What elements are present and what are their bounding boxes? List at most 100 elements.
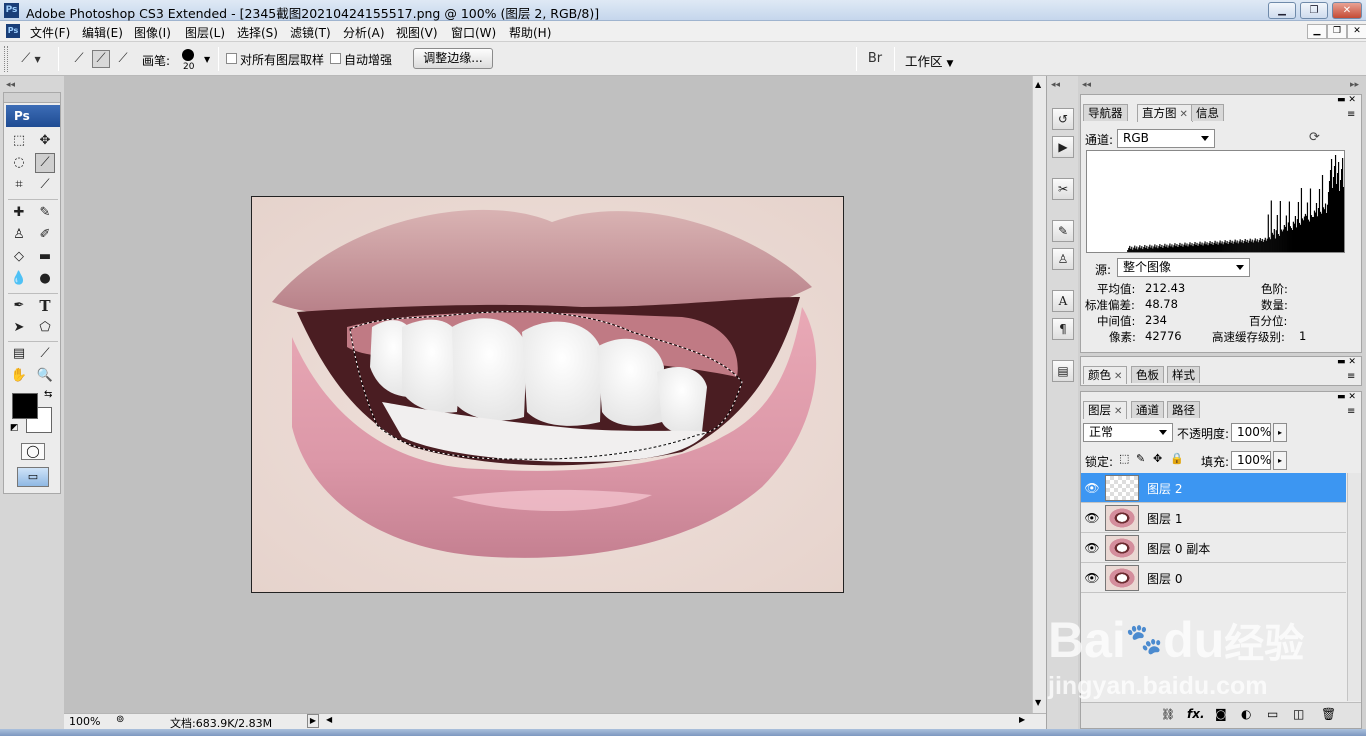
menu-select[interactable]: 选择(S) bbox=[237, 24, 278, 41]
lock-all-icon[interactable]: 🔒 bbox=[1170, 452, 1184, 465]
panel-menu-icon[interactable]: ≡ bbox=[1347, 371, 1355, 382]
status-menu-arrow-icon[interactable]: ▶ bbox=[307, 714, 319, 728]
gradient-tool-icon[interactable]: ▬ bbox=[35, 247, 55, 267]
screen-mode-icon[interactable]: ▭ bbox=[17, 467, 49, 487]
expand-arrows-icon[interactable]: ◂◂ bbox=[1051, 80, 1060, 90]
refine-edge-button[interactable]: 调整边缘... bbox=[413, 48, 493, 69]
quick-selection-tool-icon[interactable]: ⟋ bbox=[35, 153, 55, 173]
blur-tool-icon[interactable]: 💧 bbox=[9, 269, 29, 289]
slice-tool-icon[interactable]: ⟋ bbox=[35, 175, 55, 195]
tab-info[interactable]: 信息 bbox=[1191, 104, 1224, 121]
scroll-left-icon[interactable]: ◀ bbox=[326, 715, 332, 724]
fx-icon[interactable]: fx. bbox=[1187, 707, 1205, 721]
default-colors-icon[interactable]: ◩ bbox=[10, 423, 19, 433]
dock-collapse-icon[interactable]: ◂◂ bbox=[1082, 80, 1091, 90]
swap-colors-icon[interactable]: ⇆ bbox=[44, 389, 52, 400]
menu-filter[interactable]: 滤镜(T) bbox=[290, 24, 331, 41]
lock-position-icon[interactable]: ✥ bbox=[1153, 452, 1162, 465]
status-options-icon[interactable]: ⊚ bbox=[116, 714, 124, 725]
new-layer-icon[interactable]: ◫ bbox=[1293, 707, 1304, 721]
brush-dropdown-icon[interactable]: ▼ bbox=[204, 55, 210, 64]
close-icon[interactable]: ✕ bbox=[1114, 406, 1122, 417]
minimize-button[interactable]: ▁ bbox=[1268, 2, 1296, 19]
pen-tool-icon[interactable]: ✒ bbox=[9, 296, 29, 316]
tool-presets-icon[interactable]: ✂ bbox=[1052, 178, 1074, 200]
character-panel-icon[interactable]: A bbox=[1052, 290, 1074, 312]
lasso-tool-icon[interactable]: ◌ bbox=[9, 153, 29, 173]
layer-row[interactable]: 👁 图层 0 副本 bbox=[1081, 533, 1346, 563]
tab-swatches[interactable]: 色板 bbox=[1131, 366, 1164, 383]
dodge-tool-icon[interactable]: ● bbox=[35, 269, 55, 289]
panel-menu-icon[interactable]: ≡ bbox=[1347, 406, 1355, 417]
layer-row[interactable]: 👁 图层 2 bbox=[1081, 473, 1346, 503]
visibility-eye-icon[interactable]: 👁 bbox=[1084, 570, 1100, 586]
close-button[interactable]: ✕ bbox=[1332, 2, 1362, 19]
eraser-tool-icon[interactable]: ◇ bbox=[9, 247, 29, 267]
vertical-scrollbar[interactable]: ▲ ▼ bbox=[1032, 76, 1046, 713]
tab-layers[interactable]: 图层 ✕ bbox=[1083, 401, 1128, 419]
opacity-input[interactable]: 100% bbox=[1231, 423, 1271, 442]
scroll-right-icon[interactable]: ▶ bbox=[1019, 715, 1025, 724]
hand-tool-icon[interactable]: ✋ bbox=[9, 366, 29, 386]
tool-preset-picker[interactable]: ⟋ ▼ bbox=[14, 50, 48, 68]
layers-scrollbar[interactable] bbox=[1347, 473, 1361, 701]
layer-row[interactable]: 👁 图层 1 bbox=[1081, 503, 1346, 533]
auto-enhance-checkbox[interactable] bbox=[330, 53, 341, 64]
path-selection-icon[interactable]: ➤ bbox=[9, 318, 29, 338]
menu-file[interactable]: 文件(F) bbox=[30, 24, 70, 41]
tab-navigator[interactable]: 导航器 bbox=[1083, 104, 1128, 121]
panel-minimize-icon[interactable]: ▬ ✕ bbox=[1337, 357, 1356, 367]
crop-tool-icon[interactable]: ⌗ bbox=[9, 175, 29, 195]
layer-comps-icon[interactable]: ▤ bbox=[1052, 360, 1074, 382]
clone-stamp-icon[interactable]: ♙ bbox=[9, 225, 29, 245]
quick-mask-icon[interactable]: ◯ bbox=[21, 443, 45, 460]
document-image[interactable] bbox=[251, 196, 844, 593]
type-tool-icon[interactable]: T bbox=[35, 296, 55, 316]
tab-color[interactable]: 颜色 ✕ bbox=[1083, 366, 1128, 384]
eyedropper-tool-icon[interactable]: ⟋ bbox=[35, 344, 55, 364]
brush-tool-icon[interactable]: ✎ bbox=[35, 203, 55, 223]
doc-minimize-button[interactable]: ▁ bbox=[1307, 24, 1327, 39]
scroll-down-icon[interactable]: ▼ bbox=[1035, 698, 1041, 707]
blend-mode-select[interactable]: 正常 bbox=[1083, 423, 1173, 442]
paragraph-panel-icon[interactable]: ¶ bbox=[1052, 318, 1074, 340]
grip-handle[interactable] bbox=[4, 46, 8, 72]
panel-minimize-icon[interactable]: ▬ ✕ bbox=[1337, 392, 1356, 402]
delete-layer-icon[interactable]: 🗑 bbox=[1321, 707, 1336, 721]
bridge-icon[interactable]: Br bbox=[864, 50, 886, 68]
menu-help[interactable]: 帮助(H) bbox=[509, 24, 551, 41]
menu-image[interactable]: 图像(I) bbox=[134, 24, 171, 41]
move-tool-icon[interactable]: ✥ bbox=[35, 131, 55, 151]
menu-window[interactable]: 窗口(W) bbox=[451, 24, 496, 41]
fill-slider-arrow-icon[interactable]: ▸ bbox=[1273, 451, 1287, 470]
clone-source-icon[interactable]: ♙ bbox=[1052, 248, 1074, 270]
layer-row[interactable]: 👁 图层 0 bbox=[1081, 563, 1346, 593]
history-panel-icon[interactable]: ↺ bbox=[1052, 108, 1074, 130]
tab-paths[interactable]: 路径 bbox=[1167, 401, 1200, 418]
brush-preview-icon[interactable] bbox=[182, 49, 194, 61]
visibility-eye-icon[interactable]: 👁 bbox=[1084, 480, 1100, 496]
add-to-selection-icon[interactable]: ⟋ bbox=[92, 50, 110, 68]
doc-restore-button[interactable]: ❐ bbox=[1327, 24, 1347, 39]
refresh-icon[interactable]: ⟳ bbox=[1309, 130, 1320, 145]
menu-edit[interactable]: 编辑(E) bbox=[82, 24, 123, 41]
dock-expand-icon[interactable]: ▸▸ bbox=[1350, 80, 1359, 90]
close-icon[interactable]: ✕ bbox=[1114, 371, 1122, 382]
foreground-color-swatch[interactable] bbox=[12, 393, 38, 419]
source-select[interactable]: 整个图像 bbox=[1117, 258, 1250, 277]
add-mask-icon[interactable]: ◙ bbox=[1215, 707, 1227, 721]
toolbox-grip[interactable] bbox=[4, 93, 60, 103]
brushes-panel-icon[interactable]: ✎ bbox=[1052, 220, 1074, 242]
lock-paint-icon[interactable]: ✎ bbox=[1136, 452, 1145, 465]
tab-histogram[interactable]: 直方图 ✕ bbox=[1137, 104, 1193, 122]
subtract-selection-icon[interactable]: ⟋ bbox=[114, 50, 132, 68]
adjustment-layer-icon[interactable]: ◐ bbox=[1241, 707, 1251, 721]
panel-menu-icon[interactable]: ≡ bbox=[1347, 109, 1355, 120]
tab-styles[interactable]: 样式 bbox=[1167, 366, 1200, 383]
doc-close-button[interactable]: ✕ bbox=[1347, 24, 1366, 39]
zoom-level[interactable]: 100% bbox=[69, 715, 100, 728]
collapse-arrows-icon[interactable]: ◂◂ bbox=[6, 80, 15, 90]
menu-view[interactable]: 视图(V) bbox=[396, 24, 438, 41]
workspace-menu[interactable]: 工作区 ▼ bbox=[905, 51, 953, 70]
sample-all-layers-checkbox[interactable] bbox=[226, 53, 237, 64]
